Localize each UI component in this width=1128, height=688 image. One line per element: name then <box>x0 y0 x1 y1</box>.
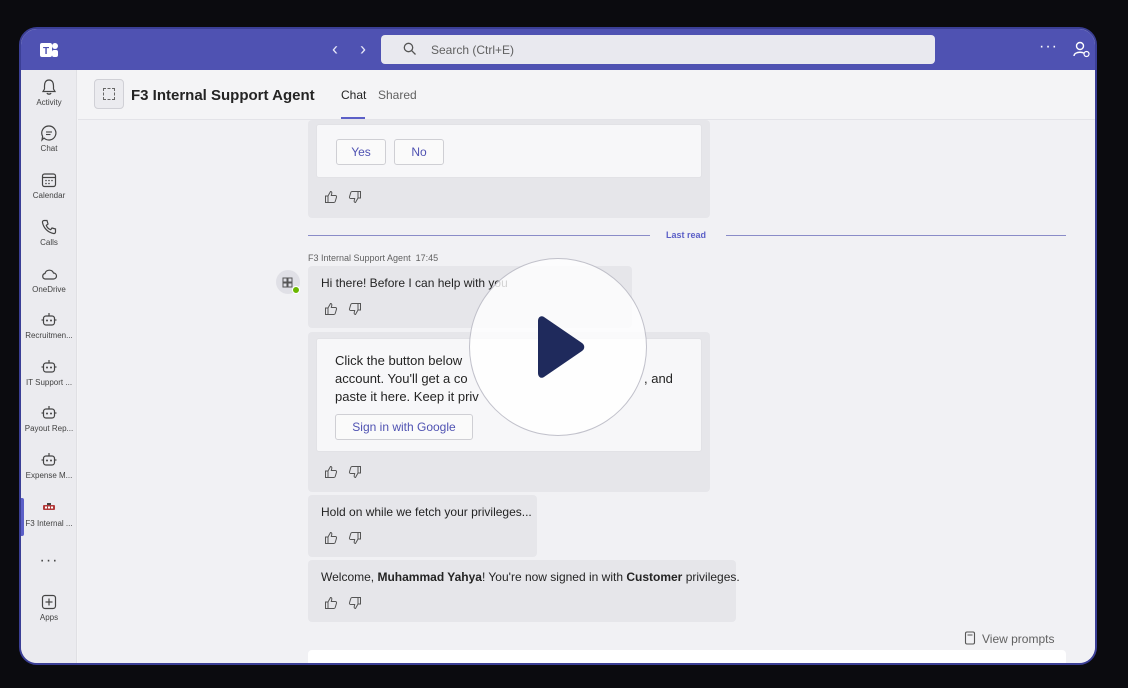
chevron-left-icon[interactable]: ‹ <box>327 40 343 58</box>
chat-header: F3 Internal Support Agent Chat Shared <box>78 70 1095 120</box>
active-tab-indicator <box>341 117 365 119</box>
page-title: F3 Internal Support Agent <box>131 87 315 104</box>
thumbs-up-icon[interactable] <box>324 190 338 204</box>
rail-label: Chat <box>40 144 58 153</box>
rail-item-activity[interactable]: Activity <box>21 78 77 122</box>
rail-label: Recruitmen... <box>25 331 73 340</box>
more-options-icon[interactable]: ··· <box>1039 38 1058 56</box>
more-apps-icon[interactable]: ··· <box>21 552 77 572</box>
thumbs-down-icon[interactable] <box>348 531 362 545</box>
signin-card-line: paste it here. Keep it priv <box>335 389 479 404</box>
rail-label: Calls <box>40 238 58 247</box>
rail-label: Activity <box>36 98 62 107</box>
welcome-prefix: Welcome, <box>321 570 378 584</box>
agent-logo-icon <box>43 503 55 510</box>
thumbs-down-icon[interactable] <box>348 190 362 204</box>
view-prompts-label: View prompts <box>982 632 1055 646</box>
last-read-divider <box>726 235 1066 236</box>
user-role: Customer <box>626 570 683 584</box>
title-bar: T ‹ › ··· <box>21 29 1095 70</box>
svg-text:T: T <box>43 46 49 57</box>
agent-avatar[interactable] <box>94 79 124 109</box>
message-bubble: Hold on while we fetch your privileges..… <box>308 495 537 557</box>
thumbs-up-icon[interactable] <box>324 302 338 316</box>
reaction-bar <box>324 596 368 615</box>
bot-icon <box>41 406 57 419</box>
message-sender: F3 Internal Support Agent 17:45 <box>308 253 438 263</box>
tab-shared[interactable]: Shared <box>378 88 417 102</box>
play-icon <box>538 316 585 378</box>
presence-available-icon <box>292 286 300 294</box>
add-app-icon <box>41 594 57 610</box>
user-name: Muhammad Yahya <box>377 570 482 584</box>
rail-label: Calendar <box>32 191 66 200</box>
rail-item-onedrive[interactable]: OneDrive <box>21 265 77 309</box>
search-input[interactable] <box>431 35 911 64</box>
bot-icon <box>41 360 57 373</box>
adaptive-card: Yes No <box>316 124 702 178</box>
bell-icon <box>41 79 57 95</box>
signin-card-line-tail: , and <box>644 371 673 386</box>
welcome-mid: ! You're now signed in with <box>481 570 627 584</box>
cloud-icon <box>42 269 58 280</box>
rail-item-payout[interactable]: Payout Rep... <box>21 404 77 448</box>
rail-label: F3 Internal ... <box>25 519 73 528</box>
rail-item-it-support[interactable]: IT Support ... <box>21 358 77 402</box>
thumbs-down-icon[interactable] <box>348 596 362 610</box>
thumbs-up-icon[interactable] <box>324 596 338 610</box>
rail-label: Payout Rep... <box>24 424 74 433</box>
teams-logo-icon[interactable]: T <box>39 40 59 60</box>
chevron-right-icon[interactable]: › <box>355 40 371 58</box>
no-button[interactable]: No <box>394 139 444 165</box>
bot-icon <box>41 453 57 466</box>
thumbs-up-icon[interactable] <box>324 465 338 479</box>
welcome-message: Welcome, Muhammad Yahya! You're now sign… <box>321 570 740 584</box>
rail-label: Apps <box>39 613 59 622</box>
thumbs-down-icon[interactable] <box>348 302 362 316</box>
reaction-bar <box>324 531 368 550</box>
message-bubble: Yes No <box>308 120 710 218</box>
rail-item-apps[interactable]: Apps <box>21 593 77 637</box>
search-box[interactable] <box>381 35 935 64</box>
message-time: 17:45 <box>415 253 439 263</box>
bot-icon <box>41 313 57 326</box>
chat-icon <box>41 125 57 142</box>
thumbs-up-icon[interactable] <box>324 531 338 545</box>
video-play-button[interactable] <box>469 258 647 436</box>
yes-button[interactable]: Yes <box>336 139 386 165</box>
sender-name: F3 Internal Support Agent <box>308 253 411 263</box>
last-read-divider <box>308 235 650 236</box>
message-bubble: Welcome, Muhammad Yahya! You're now sign… <box>308 560 740 622</box>
reaction-bar <box>324 302 368 321</box>
tab-chat[interactable]: Chat <box>341 88 366 102</box>
profile-icon[interactable] <box>1072 40 1090 58</box>
rail-label: OneDrive <box>32 285 66 294</box>
prompts-icon <box>964 631 976 645</box>
rail-item-calls[interactable]: Calls <box>21 218 77 262</box>
app-rail: Activity Chat Calendar Calls OneDrive Re… <box>21 70 77 663</box>
rail-label: Expense M... <box>25 471 73 480</box>
welcome-suffix: privileges. <box>682 570 740 584</box>
reaction-bar <box>324 190 368 209</box>
rail-item-f3-internal[interactable]: F3 Internal ... <box>21 499 77 543</box>
signin-card-line: account. You'll get a co <box>335 371 468 386</box>
thumbs-down-icon[interactable] <box>348 465 362 479</box>
signin-card-line: Click the button below <box>335 353 463 368</box>
rail-item-calendar[interactable]: Calendar <box>21 171 77 215</box>
view-prompts-button[interactable]: View prompts <box>964 631 1054 646</box>
message-compose-box[interactable] <box>308 650 1066 663</box>
last-read-label: Last read <box>666 230 707 240</box>
rail-label: IT Support ... <box>25 378 73 387</box>
search-icon <box>403 42 416 55</box>
status-message: Hold on while we fetch your privileges..… <box>321 505 532 519</box>
phone-icon <box>41 219 57 235</box>
rail-item-expense[interactable]: Expense M... <box>21 451 77 495</box>
bot-avatar[interactable] <box>276 270 300 294</box>
reaction-bar <box>324 465 368 484</box>
rail-item-recruitment[interactable]: Recruitmen... <box>21 311 77 355</box>
sign-in-with-google-button[interactable]: Sign in with Google <box>335 414 473 440</box>
rail-item-chat[interactable]: Chat <box>21 124 77 168</box>
calendar-icon <box>41 173 57 188</box>
